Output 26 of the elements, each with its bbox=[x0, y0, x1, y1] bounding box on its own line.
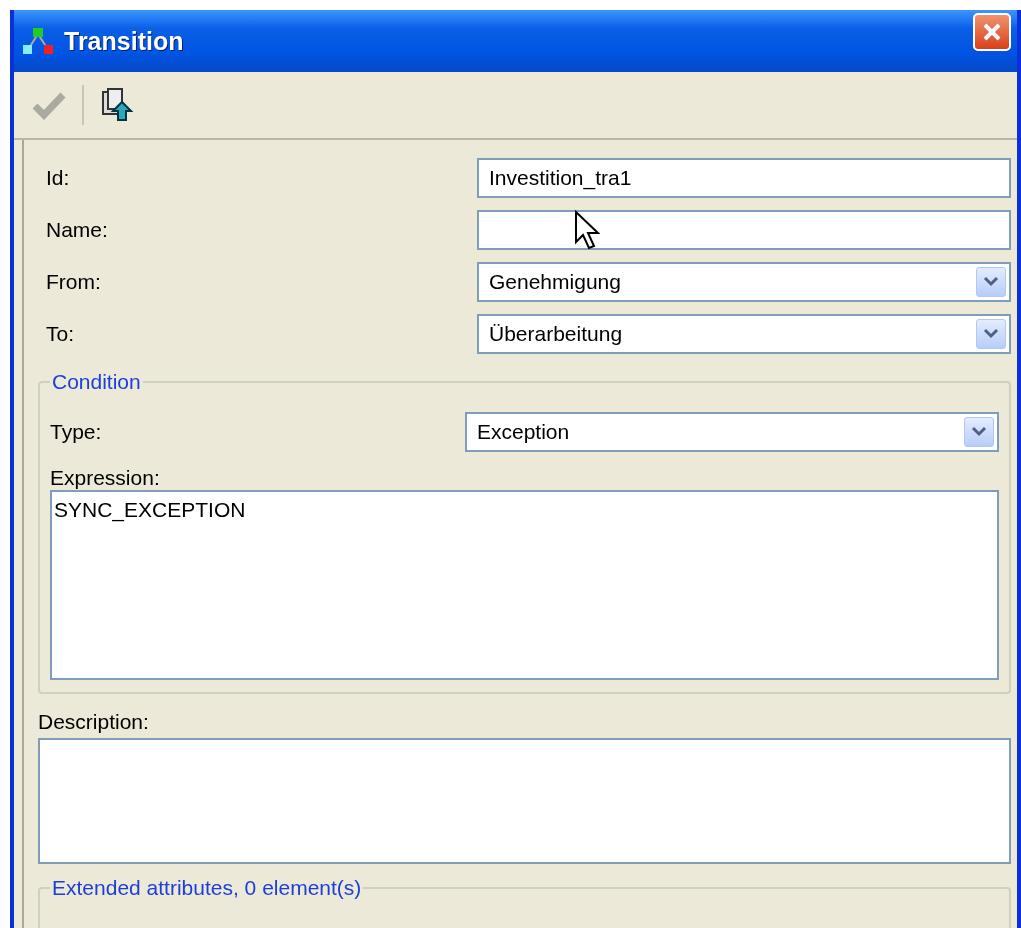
close-icon bbox=[982, 22, 1002, 42]
app-icon bbox=[22, 26, 54, 56]
input-field[interactable] bbox=[477, 210, 1011, 250]
group-title: Extended attributes, 0 element(s) bbox=[51, 876, 363, 900]
document-upload-icon bbox=[100, 88, 134, 122]
mouse-pointer-icon bbox=[574, 210, 600, 250]
chevron-down-icon bbox=[971, 426, 987, 438]
field-label: To: bbox=[45, 322, 75, 346]
field-label: Name: bbox=[45, 218, 109, 242]
field-label: Expression: bbox=[50, 466, 160, 489]
chevron-down-icon bbox=[983, 276, 999, 288]
description-field[interactable] bbox=[38, 738, 1011, 864]
chevron-down-icon bbox=[983, 328, 999, 340]
dropdown-field[interactable]: Exception bbox=[465, 412, 999, 452]
field-label: Id: bbox=[45, 166, 71, 190]
checkmark-icon bbox=[32, 90, 66, 120]
field-label: From: bbox=[45, 270, 102, 294]
field-label: Type: bbox=[50, 420, 103, 444]
group-title: Condition bbox=[51, 370, 142, 394]
dropdown-field[interactable]: Überarbeitung bbox=[477, 314, 1011, 354]
input-field[interactable]: Investition_tra1 bbox=[477, 158, 1011, 198]
window-title: Transition bbox=[64, 26, 185, 56]
dropdown-field[interactable]: Genehmigung bbox=[477, 262, 1011, 302]
expression-field[interactable]: SYNC_EXCEPTION bbox=[50, 490, 999, 680]
close-button[interactable] bbox=[973, 13, 1011, 51]
field-label: Description: bbox=[38, 710, 149, 733]
